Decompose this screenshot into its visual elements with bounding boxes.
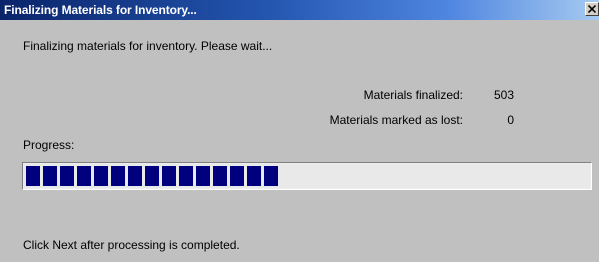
dialog-window: Finalizing Materials for Inventory... Fi… — [0, 0, 599, 262]
title-bar: Finalizing Materials for Inventory... — [0, 0, 599, 20]
progress-fill — [26, 166, 278, 186]
materials-lost-value: 0 — [507, 113, 514, 127]
progress-track — [24, 164, 590, 188]
window-title: Finalizing Materials for Inventory... — [4, 3, 197, 17]
materials-finalized-label: Materials finalized: — [363, 88, 463, 102]
progress-label: Progress: — [23, 138, 75, 152]
materials-lost-label: Materials marked as lost: — [329, 113, 463, 127]
progress-bar — [22, 162, 592, 190]
materials-finalized-value: 503 — [493, 88, 514, 102]
close-button[interactable] — [585, 2, 599, 16]
close-icon — [588, 5, 596, 13]
status-message: Finalizing materials for inventory. Plea… — [23, 39, 273, 53]
footer-message: Click Next after processing is completed… — [23, 238, 240, 252]
